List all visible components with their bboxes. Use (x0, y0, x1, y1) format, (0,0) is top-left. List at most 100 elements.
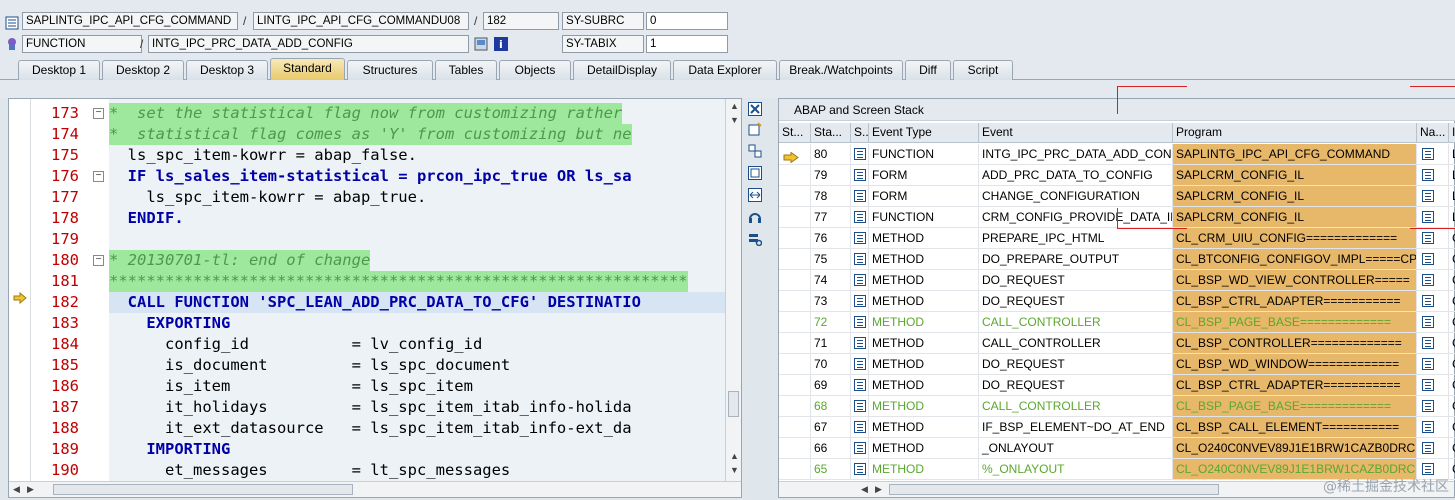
new-tool-icon[interactable] (746, 122, 764, 140)
scroll-thumb[interactable] (53, 484, 353, 495)
tab-break-watchpoints[interactable]: Break./Watchpoints (779, 60, 903, 80)
tab-structures[interactable]: Structures (347, 60, 433, 80)
source-code-icon[interactable] (854, 295, 866, 307)
table-row[interactable]: 76 METHOD PREPARE_IPC_HTML CL_CRM_UIU_CONFI… (779, 228, 1455, 249)
code-line[interactable]: it_ext_datasource = ls_spc_item_itab_inf… (109, 418, 632, 439)
navigate-icon[interactable] (1422, 379, 1434, 391)
source-code-icon[interactable] (854, 463, 866, 475)
code-line[interactable]: is_item = ls_spc_item (109, 376, 473, 397)
navigate-icon[interactable] (1422, 274, 1434, 286)
fold-toggle-icon[interactable]: − (93, 171, 104, 182)
services-icon[interactable] (746, 210, 764, 228)
navigate-icon[interactable] (1422, 253, 1434, 265)
code-area[interactable]: * set the statistical flag now from cust… (109, 99, 725, 481)
table-row[interactable]: 70 METHOD DO_REQUEST CL_BSP_WD_WINDOW======… (779, 354, 1455, 375)
line-field[interactable]: 182 (483, 12, 559, 30)
sy-subrc-value[interactable]: 0 (646, 12, 728, 30)
table-row[interactable]: 69 METHOD DO_REQUEST CL_BSP_CTRL_ADAPTER===… (779, 375, 1455, 396)
source-code-icon[interactable] (854, 169, 866, 181)
code-line[interactable]: * 20130701-tl: end of change (109, 250, 371, 271)
tab-diff[interactable]: Diff (905, 60, 951, 80)
info-icon[interactable]: i (494, 37, 508, 51)
table-row[interactable]: 67 METHOD IF_BSP_ELEMENT~DO_AT_END CL_BSP_C… (779, 417, 1455, 438)
tab-desktop-1[interactable]: Desktop 1 (18, 60, 100, 80)
source-code-icon[interactable] (854, 400, 866, 412)
breakpoint-gutter[interactable] (9, 99, 31, 481)
column-header[interactable]: Sta... (811, 123, 851, 143)
code-line[interactable]: * statistical flag comes as 'Y' from cus… (109, 124, 632, 145)
code-line[interactable]: it_holidays = ls_spc_item_itab_info-holi… (109, 397, 632, 418)
source-code-icon[interactable] (854, 232, 866, 244)
code-line[interactable]: ls_spc_item-kowrr = abap_false. (109, 145, 417, 166)
source-code-icon[interactable] (854, 148, 866, 160)
fold-toggle-icon[interactable]: − (93, 255, 104, 266)
table-row[interactable]: 73 METHOD DO_REQUEST CL_BSP_CTRL_ADAPTER===… (779, 291, 1455, 312)
source-code-pane[interactable]: 173 174 175 176 177 178 179 180 181 182 183 184 185 1… (8, 98, 742, 498)
scroll-up-icon[interactable]: ▲ (730, 101, 739, 111)
event-name-field[interactable]: INTG_IPC_PRC_DATA_ADD_CONFIG (148, 35, 469, 53)
code-line[interactable]: EXPORTING (109, 313, 230, 334)
event-type-field[interactable]: FUNCTION (22, 35, 142, 53)
table-row[interactable]: 72 METHOD CALL_CONTROLLER CL_BSP_PAGE_BASE=… (779, 312, 1455, 333)
navigate-icon[interactable] (1422, 316, 1434, 328)
source-horizontal-scrollbar[interactable]: ◀ ▶ (9, 481, 741, 497)
table-row[interactable]: 71 METHOD CALL_CONTROLLER CL_BSP_CONTROLLER… (779, 333, 1455, 354)
code-line[interactable]: ****************************************… (109, 271, 688, 292)
maximize-icon[interactable] (746, 166, 764, 184)
tab-standard[interactable]: Standard (270, 58, 345, 80)
tab-objects[interactable]: Objects (499, 60, 571, 80)
sy-tabix-value[interactable]: 1 (646, 35, 728, 53)
tab-script[interactable]: Script (953, 60, 1013, 80)
tab-desktop-3[interactable]: Desktop 3 (186, 60, 268, 80)
navigate-icon[interactable] (1422, 148, 1434, 160)
scroll-thumb[interactable] (889, 484, 1219, 495)
navigate-icon[interactable] (1422, 358, 1434, 370)
code-line[interactable]: IMPORTING (109, 439, 230, 460)
code-line[interactable]: ls_spc_item-kowrr = abap_true. (109, 187, 426, 208)
table-row[interactable]: 78 FORM CHANGE_CONFIGURATION SAPLCRM_CONFIG… (779, 186, 1455, 207)
code-line[interactable]: * set the statistical flag now from cust… (109, 103, 623, 124)
column-header[interactable]: St... (779, 123, 811, 143)
include-field[interactable]: LINTG_IPC_API_CFG_COMMANDU08 (253, 12, 469, 30)
source-code-icon[interactable] (854, 337, 866, 349)
table-row[interactable]: 79 FORM ADD_PRC_DATA_TO_CONFIG SAPLCRM_CONF… (779, 165, 1455, 186)
column-header[interactable]: Program (1173, 123, 1417, 143)
scroll-up-icon[interactable]: ▲ (730, 451, 739, 461)
source-code-icon[interactable] (854, 316, 866, 328)
source-code-icon[interactable] (854, 253, 866, 265)
source-vertical-scrollbar[interactable]: ▲ ▼ ▲ ▼ (725, 99, 741, 481)
scroll-left-icon[interactable]: ◀ (13, 484, 20, 495)
resize-horizontal-icon[interactable] (746, 188, 764, 206)
table-row[interactable]: 75 METHOD DO_PREPARE_OUTPUT CL_BTCONFIG_CON… (779, 249, 1455, 270)
scroll-thumb[interactable] (728, 391, 739, 417)
navigate-icon[interactable] (1422, 400, 1434, 412)
settings-icon[interactable] (746, 232, 764, 250)
navigate-icon[interactable] (1422, 232, 1434, 244)
source-code-icon[interactable] (854, 442, 866, 454)
scroll-left-icon[interactable]: ◀ (861, 484, 868, 495)
scroll-right-icon[interactable]: ▶ (27, 484, 34, 495)
tab-data-explorer[interactable]: Data Explorer (673, 60, 777, 80)
navigate-icon[interactable] (1422, 295, 1434, 307)
source-code-icon[interactable] (854, 190, 866, 202)
swap-tool-icon[interactable] (746, 144, 764, 162)
fold-toggle-icon[interactable]: − (93, 108, 104, 119)
source-code-icon[interactable] (854, 379, 866, 391)
tab-detaildisplay[interactable]: DetailDisplay (573, 60, 671, 80)
table-row[interactable]: 80 FUNCTION INTG_IPC_PRC_DATA_ADD_CON... SA… (779, 144, 1455, 165)
column-header[interactable]: I (1449, 123, 1455, 143)
tab-desktop-2[interactable]: Desktop 2 (102, 60, 184, 80)
navigate-icon[interactable] (1422, 190, 1434, 202)
table-row[interactable]: 74 METHOD DO_REQUEST CL_BSP_WD_VIEW_CONTROL… (779, 270, 1455, 291)
table-row[interactable]: 68 METHOD CALL_CONTROLLER CL_BSP_PAGE_BASE=… (779, 396, 1455, 417)
source-code-icon[interactable] (854, 211, 866, 223)
column-header[interactable]: Na... (1417, 123, 1449, 143)
navigate-icon[interactable] (1422, 169, 1434, 181)
tab-tables[interactable]: Tables (435, 60, 497, 80)
source-code-icon[interactable] (854, 358, 866, 370)
navigate-icon[interactable] (1422, 442, 1434, 454)
column-header[interactable]: Event Type (869, 123, 979, 143)
navigate-icon[interactable] (1422, 337, 1434, 349)
scroll-down-icon[interactable]: ▼ (730, 465, 739, 475)
source-code-icon[interactable] (854, 421, 866, 433)
